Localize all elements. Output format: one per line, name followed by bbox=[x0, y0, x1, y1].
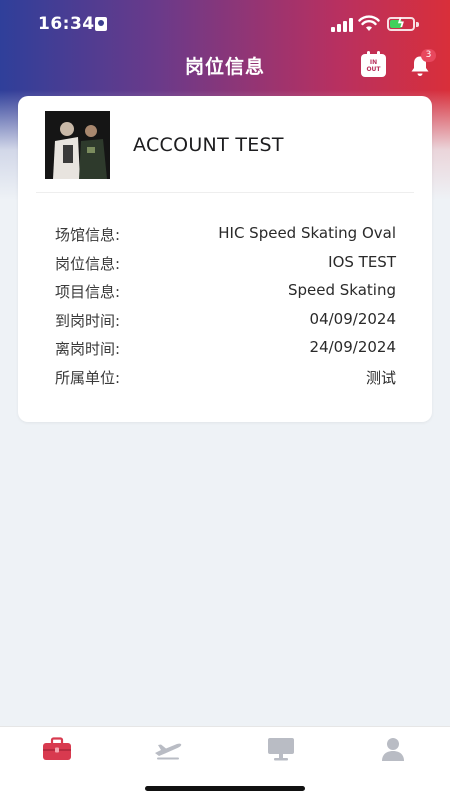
notification-count-badge: 3 bbox=[421, 49, 436, 62]
info-row-project: 项目信息: Speed Skating bbox=[55, 281, 396, 303]
info-row-organization: 所属单位: 测试 bbox=[55, 367, 396, 389]
info-row-start-date: 到岗时间: 04/09/2024 bbox=[55, 310, 396, 332]
calendar-icon-out-text: OUT bbox=[366, 66, 381, 73]
battery-cap bbox=[416, 22, 419, 27]
home-indicator bbox=[145, 786, 305, 791]
venue-value: HIC Speed Skating Oval bbox=[218, 224, 396, 242]
account-name: ACCOUNT TEST bbox=[133, 134, 284, 156]
contact-card-icon bbox=[95, 17, 107, 31]
end-date-label: 离岗时间: bbox=[55, 340, 121, 358]
avatar-photo bbox=[45, 111, 110, 179]
monitor-icon[interactable] bbox=[266, 737, 296, 761]
battery-icon: ϟ bbox=[387, 16, 415, 31]
info-row-venue: 场馆信息: HIC Speed Skating Oval bbox=[55, 224, 396, 246]
calendar-icon-in-text: IN bbox=[369, 59, 378, 66]
position-label: 岗位信息: bbox=[55, 255, 121, 273]
status-bar: 16:34 ϟ bbox=[0, 0, 450, 48]
organization-value: 测试 bbox=[365, 369, 396, 387]
airplane-icon[interactable] bbox=[153, 737, 183, 761]
avatar[interactable] bbox=[45, 111, 110, 179]
end-date-value: 24/09/2024 bbox=[309, 338, 396, 356]
cellular-signal-icon bbox=[331, 18, 353, 32]
divider bbox=[36, 192, 414, 193]
user-icon[interactable] bbox=[378, 737, 408, 761]
position-info-card: ACCOUNT TEST 场馆信息: HIC Speed Skating Ova… bbox=[18, 96, 432, 422]
start-date-label: 到岗时间: bbox=[55, 312, 121, 330]
info-row-position: 岗位信息: IOS TEST bbox=[55, 253, 396, 275]
project-label: 项目信息: bbox=[55, 283, 121, 301]
project-value: Speed Skating bbox=[287, 281, 396, 299]
info-row-end-date: 离岗时间: 24/09/2024 bbox=[55, 338, 396, 360]
organization-label: 所属单位: bbox=[55, 369, 121, 387]
briefcase-icon[interactable] bbox=[42, 737, 72, 761]
status-time: 16:34 bbox=[38, 14, 95, 34]
wifi-icon bbox=[358, 15, 380, 31]
charging-bolt-icon: ϟ bbox=[397, 16, 405, 30]
position-value: IOS TEST bbox=[328, 253, 396, 271]
venue-label: 场馆信息: bbox=[55, 226, 121, 244]
check-in-out-calendar-icon[interactable]: IN OUT bbox=[361, 51, 386, 77]
start-date-value: 04/09/2024 bbox=[309, 310, 396, 328]
